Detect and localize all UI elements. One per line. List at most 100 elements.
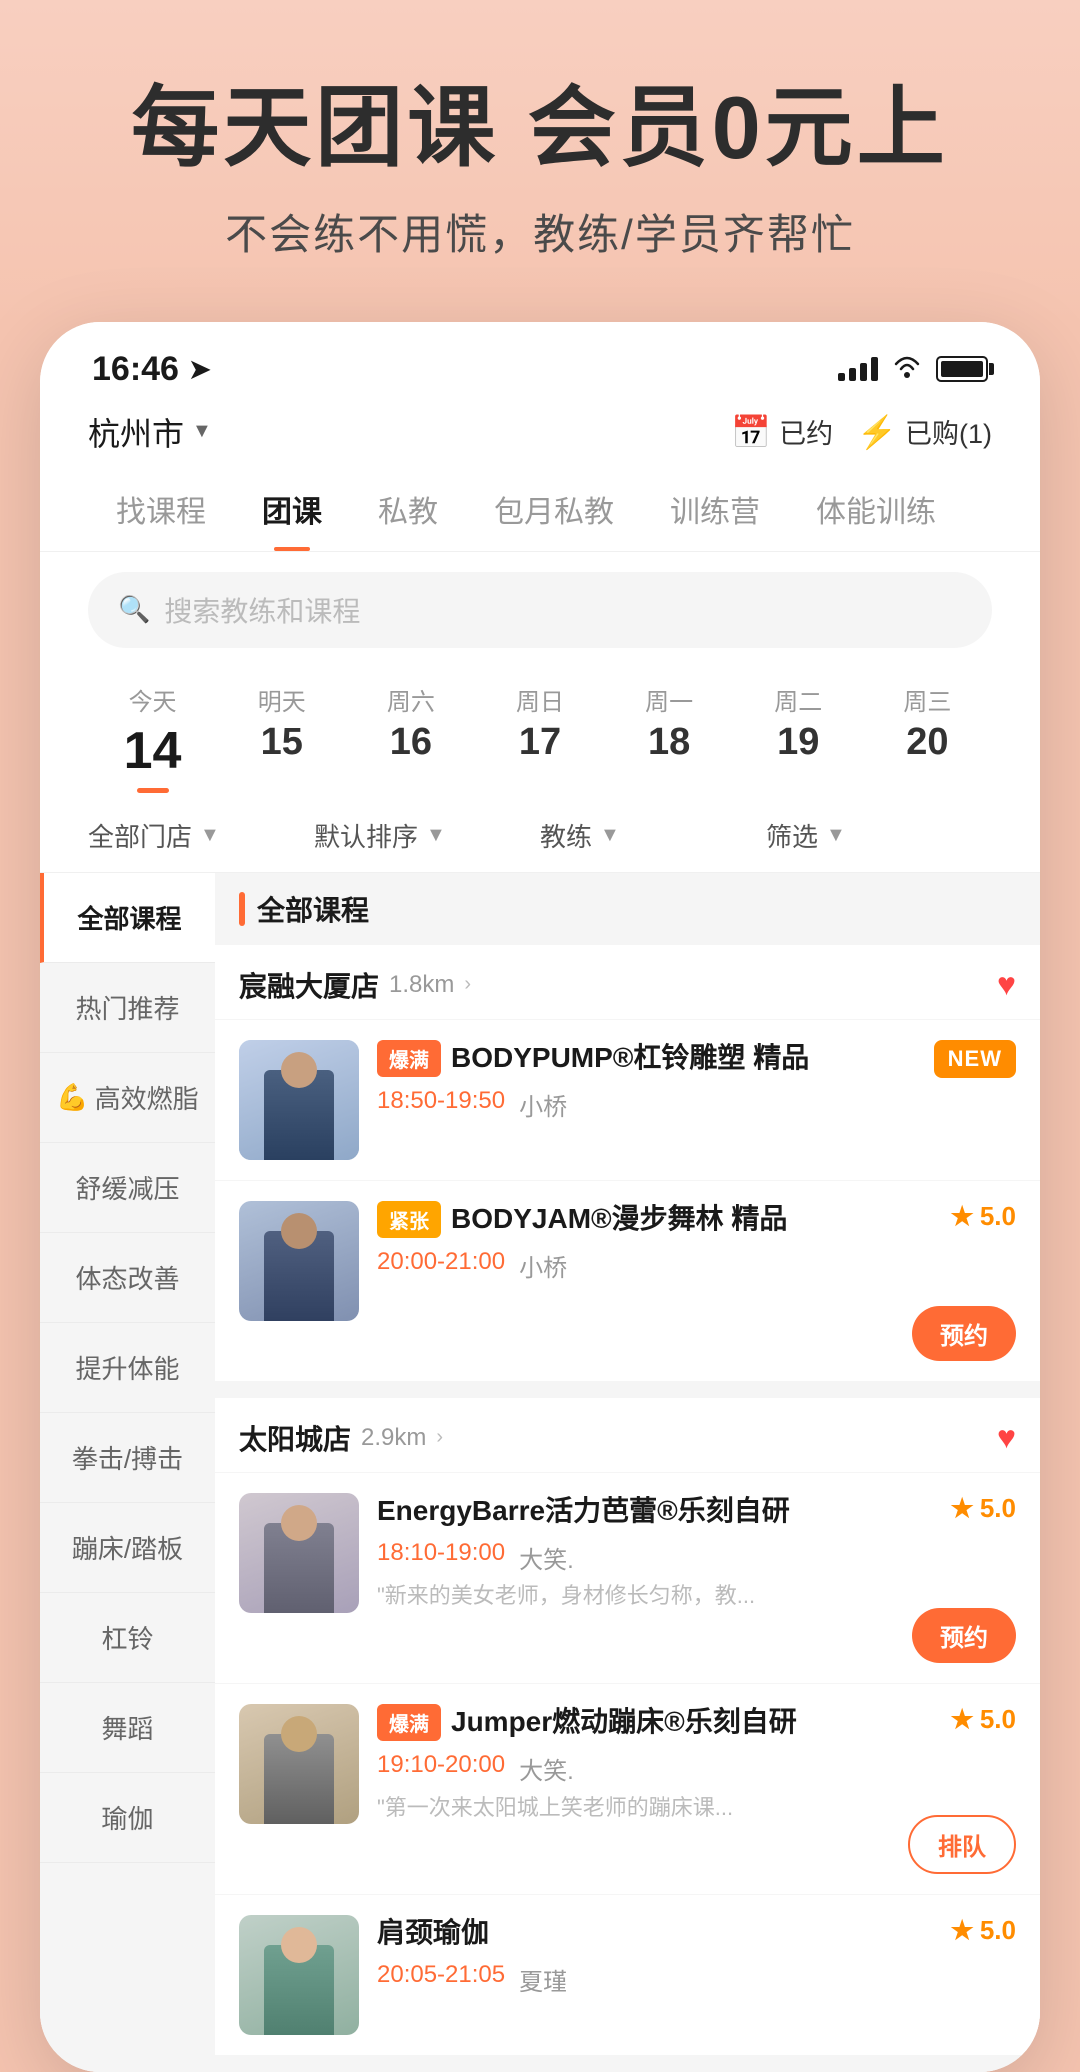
gym-section-2: 太阳城店 2.9km › ♥	[215, 1398, 1040, 2056]
tab-monthly-pt[interactable]: 包月私教	[466, 471, 642, 551]
gym-header-1: 宸融大厦店 1.8km › ♥	[215, 945, 1040, 1020]
lightning-icon: ⚡	[857, 413, 897, 451]
gym-favorite-icon-1[interactable]: ♥	[997, 966, 1016, 1003]
filter-store[interactable]: 全部门店 ▼	[88, 817, 314, 854]
main-content: 全部课程 宸融大厦店 1.8km › ♥	[215, 873, 1040, 2072]
star-icon-4: ★	[951, 1704, 974, 1735]
section-bar	[239, 892, 245, 926]
hero-subtitle: 不会练不用慌，教练/学员齐帮忙	[40, 201, 1040, 262]
book-button-3[interactable]: 预约	[912, 1608, 1016, 1663]
calendar-check-icon: 📅	[731, 413, 771, 451]
star-icon-3: ★	[951, 1493, 974, 1524]
search-bar[interactable]: 🔍 搜索教练和课程	[88, 572, 992, 648]
course-name-4: Jumper燃动蹦床®乐刻自研	[451, 1704, 1016, 1740]
book-button-4[interactable]: 排队	[908, 1815, 1016, 1874]
filter-screen-arrow: ▼	[826, 824, 846, 847]
course-trainer-2: 小桥	[519, 1248, 567, 1283]
booked-button[interactable]: 📅 已约	[731, 412, 833, 451]
course-thumb-5	[239, 1915, 359, 2035]
sidebar-item-yoga[interactable]: 瑜伽	[40, 1773, 215, 1863]
course-time-1: 18:50-19:50	[377, 1087, 505, 1115]
all-courses-header: 全部课程	[215, 873, 1040, 945]
sidebar-item-relax[interactable]: 舒缓减压	[40, 1143, 215, 1233]
course-time-2: 20:00-21:00	[377, 1248, 505, 1276]
hero-section: 每天团课 会员0元上 不会练不用慌，教练/学员齐帮忙	[0, 0, 1080, 322]
date-tue[interactable]: 周二 19	[734, 674, 863, 789]
sidebar-item-dance[interactable]: 舞蹈	[40, 1683, 215, 1773]
filter-sort[interactable]: 默认排序 ▼	[314, 817, 540, 854]
gym-nav-arrow-1: ›	[464, 973, 471, 996]
search-input[interactable]: 搜索教练和课程	[164, 590, 360, 630]
filter-store-arrow: ▼	[200, 824, 220, 847]
course-thumb-3	[239, 1493, 359, 1613]
location-dropdown-icon: ▼	[192, 420, 212, 443]
purchased-button[interactable]: ⚡ 已购(1)	[857, 412, 992, 451]
course-name-3: EnergyBarre活力芭蕾®乐刻自研	[377, 1493, 1016, 1529]
course-thumb-1	[239, 1040, 359, 1160]
course-rating-5: ★ 5.0	[951, 1915, 1016, 1946]
app-header: 杭州市 ▼ 📅 已约 ⚡ 已购(1)	[40, 399, 1040, 471]
tab-training-camp[interactable]: 训练营	[642, 471, 788, 551]
date-wed[interactable]: 周三 20	[863, 674, 992, 789]
muscle-emoji: 💪	[56, 1082, 88, 1113]
tab-personal-training[interactable]: 私教	[350, 471, 466, 551]
course-trainer-5: 夏瑾	[519, 1962, 567, 1997]
course-time-4: 19:10-20:00	[377, 1751, 505, 1779]
date-selector: 今天 14 明天 15 周六 16 周日 17 周一 18 周二 19 周三 2…	[40, 664, 1040, 799]
gym-name-row-1[interactable]: 宸融大厦店 1.8km ›	[239, 965, 471, 1005]
status-bar: 16:46 ➤	[40, 322, 1040, 399]
gym-favorite-icon-2[interactable]: ♥	[997, 1419, 1016, 1456]
date-tomorrow[interactable]: 明天 15	[217, 674, 346, 789]
location-selector[interactable]: 杭州市 ▼	[88, 409, 212, 455]
sidebar-item-popular[interactable]: 热门推荐	[40, 963, 215, 1053]
tab-fitness-training[interactable]: 体能训练	[788, 471, 964, 551]
sidebar-item-posture[interactable]: 体态改善	[40, 1233, 215, 1323]
battery-icon	[936, 356, 988, 382]
all-courses-title: 全部课程	[257, 889, 369, 929]
course-badge-2: 紧张	[377, 1201, 441, 1238]
gym-header-2: 太阳城店 2.9km › ♥	[215, 1398, 1040, 1473]
filter-sort-arrow: ▼	[426, 824, 446, 847]
date-today[interactable]: 今天 14	[88, 674, 217, 789]
course-card-4: 爆满 Jumper燃动蹦床®乐刻自研 19:10-20:00 大笑. "第一次来…	[215, 1684, 1040, 1895]
filter-trainer[interactable]: 教练 ▼	[540, 817, 766, 854]
filter-trainer-arrow: ▼	[600, 824, 620, 847]
date-mon[interactable]: 周一 18	[605, 674, 734, 789]
book-button-2[interactable]: 预约	[912, 1306, 1016, 1361]
navigation-icon: ➤	[189, 354, 211, 385]
course-card-2: 紧张 BODYJAM®漫步舞林 精品 20:00-21:00 小桥 ★ 5.0 …	[215, 1181, 1040, 1382]
sidebar-item-all[interactable]: 全部课程	[40, 873, 215, 963]
status-time: 16:46 ➤	[92, 350, 211, 389]
course-time-3: 18:10-19:00	[377, 1539, 505, 1567]
date-sun[interactable]: 周日 17	[475, 674, 604, 789]
course-info-4: 爆满 Jumper燃动蹦床®乐刻自研 19:10-20:00 大笑. "第一次来…	[377, 1704, 1016, 1824]
phone-frame: 16:46 ➤ 杭	[40, 322, 1040, 2072]
date-sat[interactable]: 周六 16	[346, 674, 475, 789]
sidebar-item-barbell[interactable]: 杠铃	[40, 1593, 215, 1683]
tab-find-course[interactable]: 找课程	[88, 471, 234, 551]
course-rating-3: ★ 5.0	[951, 1493, 1016, 1524]
nav-tabs: 找课程 团课 私教 包月私教 训练营 体能训练	[40, 471, 1040, 552]
status-icons	[838, 353, 988, 385]
filter-row: 全部门店 ▼ 默认排序 ▼ 教练 ▼ 筛选 ▼	[40, 799, 1040, 873]
course-card-5: 肩颈瑜伽 20:05-21:05 夏瑾 ★ 5.0	[215, 1895, 1040, 2056]
sidebar-item-boxing[interactable]: 拳击/搏击	[40, 1413, 215, 1503]
tab-group-class[interactable]: 团课	[234, 471, 350, 551]
course-trainer-1: 小桥	[519, 1087, 567, 1122]
course-desc-3: "新来的美女老师，身材修长匀称，教...	[377, 1581, 1016, 1612]
sidebar-item-burn-fat[interactable]: 💪 高效燃脂	[40, 1053, 215, 1143]
sidebar-item-trampoline[interactable]: 蹦床/踏板	[40, 1503, 215, 1593]
wifi-icon	[892, 353, 922, 385]
signal-bars-icon	[838, 357, 878, 381]
filter-screen[interactable]: 筛选 ▼	[766, 817, 992, 854]
course-info-5: 肩颈瑜伽 20:05-21:05 夏瑾	[377, 1915, 1016, 1997]
course-info-3: EnergyBarre活力芭蕾®乐刻自研 18:10-19:00 大笑. "新来…	[377, 1493, 1016, 1612]
gym-nav-arrow-2: ›	[436, 1426, 443, 1449]
course-badge-4: 爆满	[377, 1704, 441, 1741]
content-area: 全部课程 热门推荐 💪 高效燃脂 舒缓减压 体态改善 提升体能 拳击/搏击	[40, 873, 1040, 2072]
course-info-1: 爆满 BODYPUMP®杠铃雕塑 精品 18:50-19:50 小桥	[377, 1040, 1016, 1123]
gym-name-row-2[interactable]: 太阳城店 2.9km ›	[239, 1418, 443, 1458]
course-time-5: 20:05-21:05	[377, 1961, 505, 1989]
sidebar-item-fitness[interactable]: 提升体能	[40, 1323, 215, 1413]
course-name-5: 肩颈瑜伽	[377, 1915, 1016, 1951]
